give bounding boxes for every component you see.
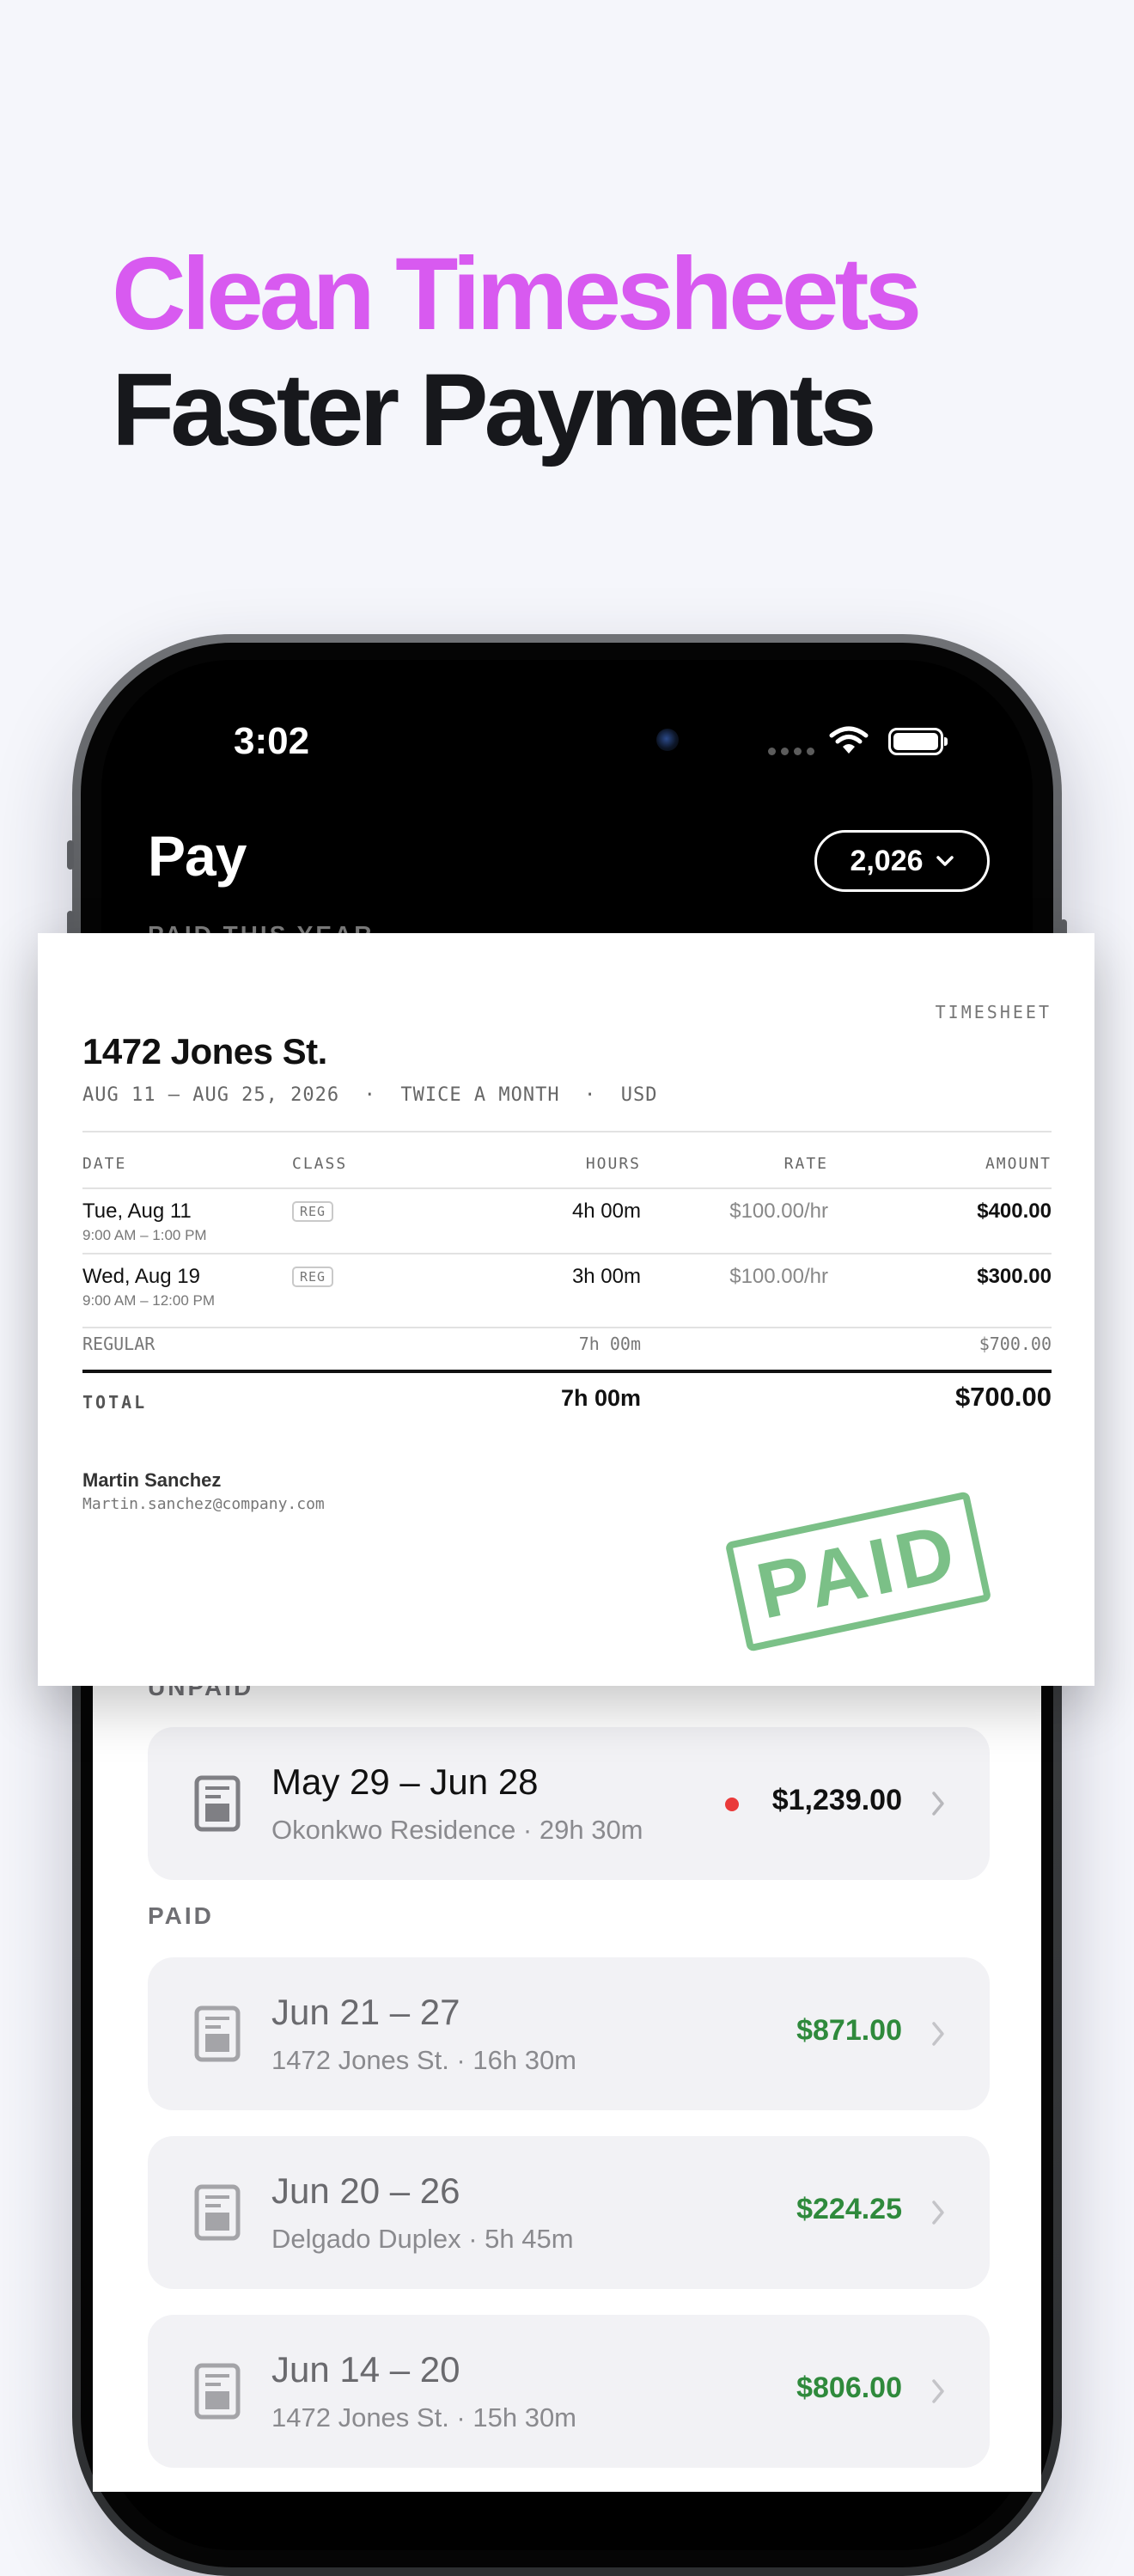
class-badge: REG bbox=[292, 1267, 334, 1287]
action-button-edge bbox=[67, 840, 74, 870]
row-date: Tue, Aug 11 bbox=[82, 1199, 192, 1223]
row-rate: $100.00/hr bbox=[729, 1199, 828, 1223]
card-date-range: May 29 – Jun 28 bbox=[271, 1761, 539, 1802]
row-amount: $400.00 bbox=[977, 1199, 1052, 1223]
pay-period-card[interactable]: May 29 – Jun 28 Okonkwo Residence · 29h … bbox=[148, 1727, 990, 1880]
row-hours: 3h 00m bbox=[571, 1265, 641, 1288]
total-divider bbox=[82, 1370, 1052, 1373]
signal-icon bbox=[768, 748, 814, 755]
divider bbox=[82, 1327, 1052, 1328]
pay-period-card[interactable]: Jun 20 – 26 Delgado Duplex · 5h 45m $224… bbox=[148, 2136, 990, 2289]
battery-icon bbox=[888, 728, 948, 755]
front-camera bbox=[656, 729, 679, 751]
paid-section-label: PAID bbox=[148, 1902, 214, 1929]
year-selector-button[interactable]: 2,026 bbox=[814, 830, 990, 892]
subtotal-label: REGULAR bbox=[82, 1334, 155, 1354]
year-selector-label: 2,026 bbox=[850, 844, 924, 877]
wifi-icon bbox=[829, 726, 869, 754]
headline-line-1: Clean Timesheets bbox=[112, 236, 922, 351]
divider bbox=[82, 1187, 1052, 1189]
row-amount: $300.00 bbox=[977, 1265, 1052, 1288]
card-date-range: Jun 20 – 26 bbox=[271, 2170, 460, 2211]
headline: Clean Timesheets Faster Payments bbox=[112, 236, 922, 468]
column-header-date: DATE bbox=[82, 1155, 127, 1173]
card-date-range: Jun 14 – 20 bbox=[271, 2349, 460, 2390]
card-amount: $1,239.00 bbox=[771, 1784, 902, 1816]
column-header-amount: AMOUNT bbox=[985, 1155, 1052, 1173]
column-header-rate: RATE bbox=[783, 1155, 828, 1173]
worker-email: Martin.sanchez@company.com bbox=[82, 1495, 325, 1513]
document-icon bbox=[194, 2005, 241, 2062]
subtotal-hours: 7h 00m bbox=[578, 1334, 641, 1354]
total-label: TOTAL bbox=[82, 1392, 148, 1413]
paid-stamp: PAID bbox=[724, 1491, 992, 1652]
card-job-and-hours: Okonkwo Residence · 29h 30m bbox=[271, 1815, 643, 1845]
document-icon bbox=[194, 2363, 241, 2420]
column-header-class: CLASS bbox=[292, 1155, 348, 1173]
row-hours: 4h 00m bbox=[571, 1199, 641, 1223]
divider bbox=[82, 1131, 1052, 1132]
pay-period-card[interactable]: Jun 14 – 20 1472 Jones St. · 15h 30m $80… bbox=[148, 2315, 990, 2468]
pay-period-card[interactable]: Jun 21 – 27 1472 Jones St. · 16h 30m $87… bbox=[148, 1957, 990, 2110]
timesheet-document: TIMESHEET 1472 Jones St. AUG 11 — AUG 25… bbox=[38, 933, 1094, 1686]
column-header-hours: HOURS bbox=[585, 1155, 641, 1173]
status-bar-time: 3:02 bbox=[234, 720, 310, 762]
card-amount: $224.25 bbox=[796, 2193, 902, 2225]
divider bbox=[82, 1253, 1052, 1254]
headline-line-2: Faster Payments bbox=[112, 352, 876, 467]
timesheet-title: 1472 Jones St. bbox=[82, 1031, 327, 1071]
card-job-and-hours: Delgado Duplex · 5h 45m bbox=[271, 2224, 574, 2254]
card-job-and-hours: 1472 Jones St. · 15h 30m bbox=[271, 2402, 577, 2433]
card-date-range: Jun 21 – 27 bbox=[271, 1992, 460, 2032]
row-date: Wed, Aug 19 bbox=[82, 1265, 200, 1288]
card-amount: $871.00 bbox=[796, 2014, 902, 2047]
page-title: Pay bbox=[148, 824, 247, 888]
chevron-right-icon bbox=[932, 2201, 944, 2225]
document-icon bbox=[194, 1775, 241, 1832]
document-icon bbox=[194, 2184, 241, 2241]
class-badge: REG bbox=[292, 1201, 334, 1222]
chevron-right-icon bbox=[932, 2379, 944, 2403]
total-amount: $700.00 bbox=[954, 1382, 1052, 1412]
chevron-down-icon bbox=[936, 856, 954, 866]
row-rate: $100.00/hr bbox=[729, 1265, 828, 1288]
timesheet-meta: AUG 11 — AUG 25, 2026 · TWICE A MONTH · … bbox=[82, 1084, 658, 1106]
chevron-right-icon bbox=[932, 2022, 944, 2046]
subtotal-amount: $700.00 bbox=[979, 1334, 1052, 1354]
row-time: 9:00 AM – 1:00 PM bbox=[82, 1227, 207, 1243]
timesheet-label: TIMESHEET bbox=[935, 1002, 1052, 1022]
worker-name: Martin Sanchez bbox=[82, 1469, 222, 1491]
card-job-and-hours: 1472 Jones St. · 16h 30m bbox=[271, 2045, 577, 2075]
row-time: 9:00 AM – 12:00 PM bbox=[82, 1292, 216, 1309]
card-amount: $806.00 bbox=[796, 2372, 902, 2404]
total-hours: 7h 00m bbox=[560, 1385, 641, 1411]
unpaid-status-dot bbox=[725, 1798, 739, 1811]
chevron-right-icon bbox=[932, 1792, 944, 1816]
